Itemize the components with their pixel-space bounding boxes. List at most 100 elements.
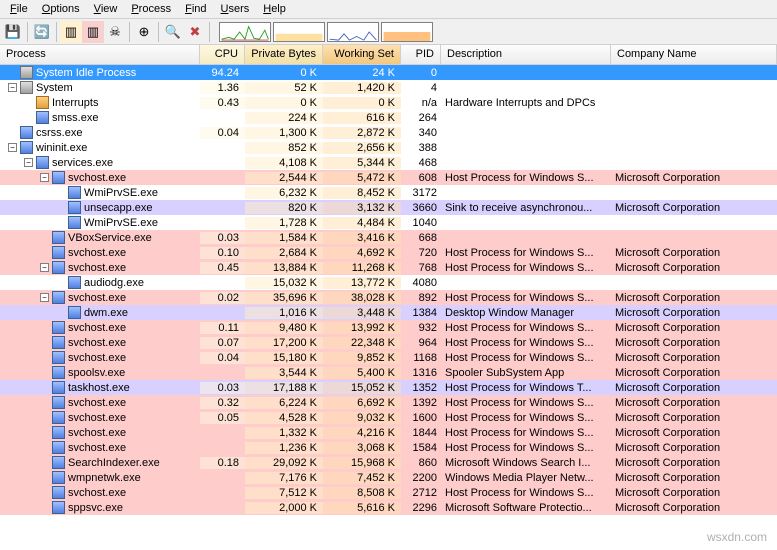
col-cpu[interactable]: CPU	[200, 45, 245, 64]
cell-cpu: 0.05	[200, 412, 245, 424]
process-name: WmiPrvSE.exe	[84, 217, 158, 229]
cell-working-set: 3,416 K	[323, 232, 401, 244]
save-icon[interactable]: 💾	[2, 21, 24, 43]
cell-private-bytes: 224 K	[245, 112, 323, 124]
cell-pid: 1600	[401, 412, 441, 424]
cell-working-set: 7,452 K	[323, 472, 401, 484]
cell-description: Host Process for Windows S...	[441, 262, 611, 274]
col-process[interactable]: Process	[0, 45, 200, 64]
cell-pid: 2712	[401, 487, 441, 499]
col-pid[interactable]: PID	[401, 45, 441, 64]
process-name: SearchIndexer.exe	[68, 457, 160, 469]
menu-help[interactable]: Help	[257, 1, 292, 17]
cell-working-set: 4,692 K	[323, 247, 401, 259]
process-icon	[52, 411, 65, 424]
commit-graph[interactable]	[273, 22, 325, 42]
cell-working-set: 11,268 K	[323, 262, 401, 274]
process-row[interactable]: csrss.exe0.041,300 K2,872 K340	[0, 125, 777, 140]
process-icon	[52, 366, 65, 379]
process-row[interactable]: System Idle Process94.240 K24 K0	[0, 65, 777, 80]
kill-icon[interactable]: ☠	[104, 21, 126, 43]
process-name: svchost.exe	[68, 322, 126, 334]
process-row[interactable]: svchost.exe1,332 K4,216 K1844Host Proces…	[0, 425, 777, 440]
menu-view[interactable]: View	[88, 1, 124, 17]
cell-company: Microsoft Corporation	[611, 472, 777, 484]
find-icon[interactable]: 🔍	[162, 21, 184, 43]
cell-private-bytes: 29,092 K	[245, 457, 323, 469]
process-row[interactable]: sppsvc.exe2,000 K5,616 K2296Microsoft So…	[0, 500, 777, 515]
col-company[interactable]: Company Name	[611, 45, 777, 64]
tree-toggle[interactable]: −	[40, 293, 49, 302]
process-row[interactable]: WmiPrvSE.exe1,728 K4,484 K1040	[0, 215, 777, 230]
cell-company: Microsoft Corporation	[611, 307, 777, 319]
cell-description: Host Process for Windows S...	[441, 352, 611, 364]
process-icon	[52, 441, 65, 454]
proc-props-icon[interactable]: ▥	[82, 21, 104, 43]
cell-description: Host Process for Windows T...	[441, 382, 611, 394]
cell-working-set: 5,400 K	[323, 367, 401, 379]
refresh-icon[interactable]: 🔄	[31, 21, 53, 43]
process-row[interactable]: −wininit.exe852 K2,656 K388	[0, 140, 777, 155]
cell-pid: 388	[401, 142, 441, 154]
io-graph[interactable]	[327, 22, 379, 42]
cell-working-set: 8,508 K	[323, 487, 401, 499]
cpu-graph[interactable]	[219, 22, 271, 42]
tree-toggle[interactable]: −	[40, 263, 49, 272]
system-info-icon[interactable]: ▥	[60, 21, 82, 43]
cell-pid: 860	[401, 457, 441, 469]
menu-find[interactable]: Find	[179, 1, 212, 17]
process-row[interactable]: svchost.exe1,236 K3,068 K1584Host Proces…	[0, 440, 777, 455]
tree-toggle[interactable]: −	[8, 83, 17, 92]
menu-process[interactable]: Process	[125, 1, 177, 17]
process-row[interactable]: svchost.exe7,512 K8,508 K2712Host Proces…	[0, 485, 777, 500]
dll-icon[interactable]: ✖	[184, 21, 206, 43]
process-row[interactable]: svchost.exe0.0717,200 K22,348 K964Host P…	[0, 335, 777, 350]
process-row[interactable]: VBoxService.exe0.031,584 K3,416 K668	[0, 230, 777, 245]
cell-description: Host Process for Windows S...	[441, 427, 611, 439]
process-icon	[52, 321, 65, 334]
process-icon	[52, 291, 65, 304]
cell-private-bytes: 52 K	[245, 82, 323, 94]
process-name: WmiPrvSE.exe	[84, 187, 158, 199]
process-row[interactable]: dwm.exe1,016 K3,448 K1384Desktop Window …	[0, 305, 777, 320]
process-row[interactable]: svchost.exe0.119,480 K13,992 K932Host Pr…	[0, 320, 777, 335]
menu-users[interactable]: Users	[215, 1, 256, 17]
process-row[interactable]: taskhost.exe0.0317,188 K15,052 K1352Host…	[0, 380, 777, 395]
tree-toggle[interactable]: −	[24, 158, 33, 167]
process-row[interactable]: svchost.exe0.0415,180 K9,852 K1168Host P…	[0, 350, 777, 365]
physmem-graph[interactable]	[381, 22, 433, 42]
process-row[interactable]: svchost.exe0.102,684 K4,692 K720Host Pro…	[0, 245, 777, 260]
process-row[interactable]: −svchost.exe0.0235,696 K38,028 K892Host …	[0, 290, 777, 305]
process-row[interactable]: svchost.exe0.326,224 K6,692 K1392Host Pr…	[0, 395, 777, 410]
process-row[interactable]: svchost.exe0.054,528 K9,032 K1600Host Pr…	[0, 410, 777, 425]
cell-cpu: 0.43	[200, 97, 245, 109]
cell-company: Microsoft Corporation	[611, 337, 777, 349]
process-tree[interactable]: System Idle Process94.240 K24 K0−System1…	[0, 65, 777, 549]
process-row[interactable]: wmpnetwk.exe7,176 K7,452 K2200Windows Me…	[0, 470, 777, 485]
cell-working-set: 22,348 K	[323, 337, 401, 349]
col-working-set[interactable]: Working Set	[323, 45, 401, 64]
process-row[interactable]: −services.exe4,108 K5,344 K468	[0, 155, 777, 170]
tree-toggle[interactable]: −	[40, 173, 49, 182]
process-row[interactable]: −svchost.exe0.4513,884 K11,268 K768Host …	[0, 260, 777, 275]
process-row[interactable]: smss.exe224 K616 K264	[0, 110, 777, 125]
process-row[interactable]: SearchIndexer.exe0.1829,092 K15,968 K860…	[0, 455, 777, 470]
cell-pid: 1844	[401, 427, 441, 439]
process-row[interactable]: −svchost.exe2,544 K5,472 K608Host Proces…	[0, 170, 777, 185]
watermark: wsxdn.com	[707, 530, 767, 544]
cell-description: Host Process for Windows S...	[441, 172, 611, 184]
col-private-bytes[interactable]: Private Bytes	[245, 45, 323, 64]
process-name: wininit.exe	[36, 142, 87, 154]
process-row[interactable]: audiodg.exe15,032 K13,772 K4080	[0, 275, 777, 290]
process-row[interactable]: unsecapp.exe820 K3,132 K3660Sink to rece…	[0, 200, 777, 215]
menu-options[interactable]: Options	[36, 1, 86, 17]
col-description[interactable]: Description	[441, 45, 611, 64]
process-row[interactable]: spoolsv.exe3,544 K5,400 K1316Spooler Sub…	[0, 365, 777, 380]
process-name: dwm.exe	[84, 307, 128, 319]
target-icon[interactable]: ⊕	[133, 21, 155, 43]
process-row[interactable]: −System1.3652 K1,420 K4	[0, 80, 777, 95]
tree-toggle[interactable]: −	[8, 143, 17, 152]
menu-file[interactable]: File	[4, 1, 34, 17]
process-row[interactable]: WmiPrvSE.exe6,232 K8,452 K3172	[0, 185, 777, 200]
process-row[interactable]: Interrupts0.430 K0 Kn/aHardware Interrup…	[0, 95, 777, 110]
